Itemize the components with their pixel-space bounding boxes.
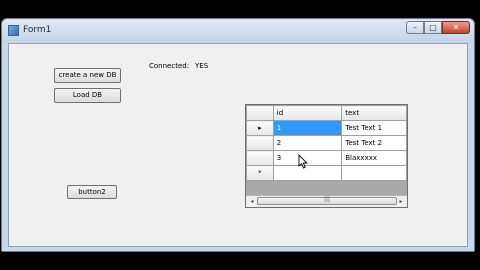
row-header[interactable] (246, 150, 274, 166)
grid-cell-text[interactable]: Test Text 2 (341, 135, 407, 151)
table-row[interactable]: 2 Test Text 2 (246, 135, 407, 151)
data-grid[interactable]: id text ▸ 1 Test Text 1 2 Test Text 2 3 … (245, 104, 408, 208)
scroll-left-icon[interactable]: ◂ (247, 197, 257, 206)
grid-cell-text[interactable]: Test Text 1 (341, 120, 407, 136)
grid-header-row: id text (246, 105, 407, 121)
scroll-grip: ||| (323, 196, 331, 203)
grid-cell-text[interactable]: Blaxxxxx (341, 150, 407, 166)
table-row[interactable]: 3 Blaxxxxx (246, 150, 407, 166)
column-header-id[interactable]: id (272, 105, 343, 121)
scroll-right-icon[interactable]: ▸ (396, 197, 406, 206)
grid-corner-cell[interactable] (246, 105, 274, 121)
window-title: Form1 (23, 25, 52, 35)
app-icon[interactable] (8, 25, 19, 36)
row-pointer-icon[interactable]: ▸ (246, 120, 274, 136)
mouse-cursor-icon (298, 154, 308, 169)
load-db-button[interactable]: Load DB (54, 88, 121, 103)
new-row-indicator[interactable]: * (246, 165, 274, 181)
scroll-thumb[interactable]: ||| (257, 196, 397, 205)
column-header-text[interactable]: text (341, 105, 407, 121)
button2[interactable]: button2 (67, 185, 117, 199)
connected-label: Connected: (149, 62, 190, 70)
new-row[interactable]: * (246, 165, 407, 181)
caption-buttons: – □ ✕ (406, 21, 470, 34)
form-client-area: create a new DB Load DB button2 Connecte… (8, 43, 468, 247)
create-db-button[interactable]: create a new DB (54, 68, 121, 83)
new-row-cell-text[interactable] (341, 165, 407, 181)
horizontal-scrollbar[interactable]: ◂ ||| ▸ (246, 195, 407, 207)
minimize-icon[interactable]: – (406, 21, 424, 34)
title-bar[interactable]: Form1 – □ ✕ (2, 19, 474, 43)
connected-status: YES (195, 62, 209, 70)
row-header[interactable] (246, 135, 274, 151)
form-window: Form1 – □ ✕ create a new DB Load DB butt… (1, 18, 475, 252)
grid-cell-id[interactable]: 1 (272, 120, 343, 136)
close-icon[interactable]: ✕ (442, 21, 470, 34)
table-row[interactable]: ▸ 1 Test Text 1 (246, 120, 407, 136)
grid-cell-id[interactable]: 2 (272, 135, 343, 151)
maximize-icon[interactable]: □ (424, 21, 442, 34)
